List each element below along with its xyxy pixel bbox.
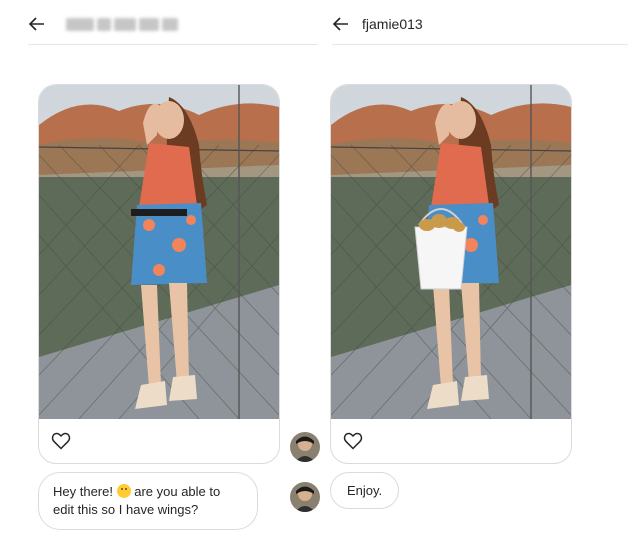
reply-text: Enjoy.	[347, 483, 383, 498]
smiling-face-emoji-icon	[116, 484, 131, 498]
chat-header: fjamie013	[332, 4, 628, 45]
photo-edited	[331, 85, 571, 419]
left-conversation-pane: Hey there! are you able to edit this so …	[0, 0, 320, 548]
photo-original	[39, 85, 279, 419]
heart-outline-icon[interactable]	[51, 431, 71, 451]
avatar[interactable]	[290, 432, 320, 462]
reply-message-bubble: Enjoy.	[330, 472, 400, 509]
arrow-left-icon[interactable]	[28, 15, 46, 33]
sent-message-bubble: Hey there! are you able to edit this so …	[38, 472, 258, 530]
heart-outline-icon[interactable]	[343, 431, 363, 451]
blurred-username	[66, 17, 178, 31]
avatar[interactable]	[290, 482, 320, 512]
right-conversation-pane: fjamie013 Enjoy.	[318, 0, 636, 548]
message-text-part1: Hey there!	[53, 484, 113, 499]
shared-photo-card[interactable]	[38, 84, 280, 464]
arrow-left-icon[interactable]	[332, 15, 350, 33]
chat-username[interactable]: fjamie013	[362, 16, 423, 32]
reply-photo-card[interactable]	[330, 84, 572, 464]
chat-header	[28, 4, 318, 45]
